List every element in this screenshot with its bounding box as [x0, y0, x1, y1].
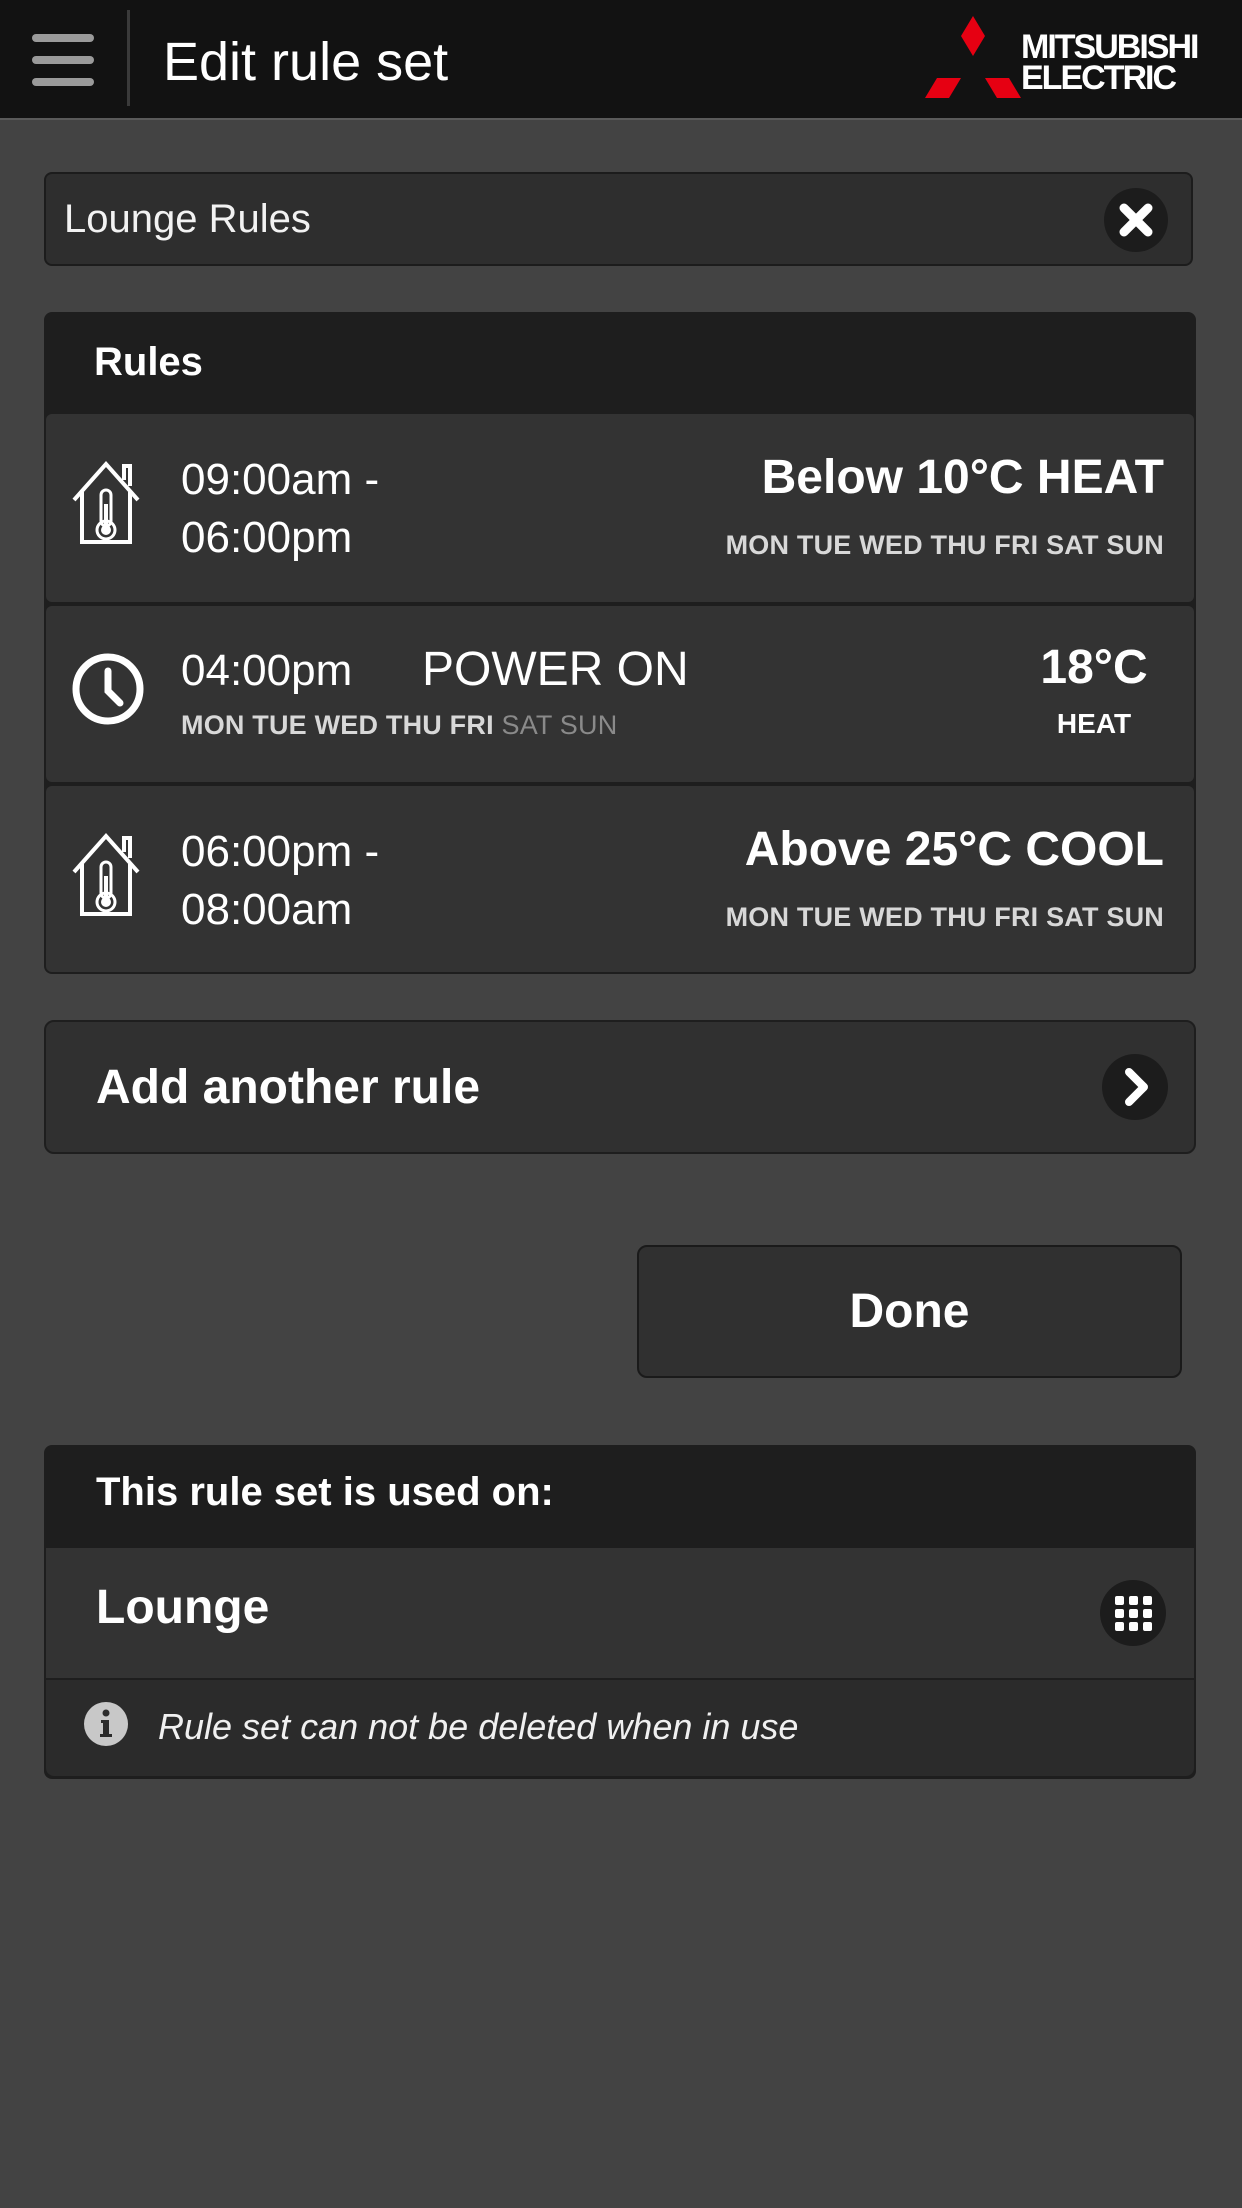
rule-days-active: MON TUE WED THU FRI SAT SUN — [725, 530, 1164, 560]
add-rule-label: Add another rule — [96, 1061, 481, 1114]
rule-days-active: MON TUE WED THU FRI SAT SUN — [725, 902, 1164, 932]
rule-set-name-field — [44, 172, 1193, 266]
page-title: Edit rule set — [163, 32, 449, 92]
keypad-grid-icon — [1115, 1596, 1152, 1631]
rule-days-active: MON TUE WED THU FRI — [181, 710, 494, 740]
rule-row[interactable]: 09:00am - 06:00pm Below 10°C HEAT MON TU… — [46, 414, 1194, 602]
clear-name-button[interactable] — [1104, 188, 1168, 252]
info-row: Rule set can not be deleted when in use — [46, 1680, 1194, 1776]
used-on-item[interactable]: Lounge — [46, 1548, 1194, 1678]
rule-mode: HEAT — [1056, 708, 1132, 739]
rule-time-end: 06:00pm — [181, 513, 353, 562]
logo-line2: ELECTRIC — [1021, 59, 1177, 97]
rule-condition: Below 10°C HEAT — [761, 451, 1164, 504]
house-thermometer-icon — [72, 832, 140, 916]
chevron-right-icon — [1125, 1068, 1148, 1106]
used-on-heading: This rule set is used on: — [96, 1470, 554, 1514]
done-button[interactable]: Done — [637, 1245, 1182, 1378]
keypad-button[interactable] — [1100, 1580, 1166, 1646]
rules-heading: Rules — [94, 340, 203, 384]
rule-set-name-input[interactable] — [64, 196, 1064, 242]
mitsubishi-electric-logo: MITSUBISHI ELECTRIC — [925, 14, 1225, 100]
hamburger-menu-icon[interactable] — [32, 34, 94, 86]
close-icon — [1119, 203, 1153, 237]
info-text: Rule set can not be deleted when in use — [158, 1706, 799, 1747]
rule-time-start: 06:00pm - — [181, 827, 380, 876]
rule-days-inactive: SAT SUN — [501, 710, 618, 740]
used-on-item-label: Lounge — [96, 1581, 270, 1634]
info-icon — [84, 1702, 128, 1746]
rule-condition: Above 25°C COOL — [744, 823, 1164, 876]
rule-time-start: 09:00am - — [181, 455, 380, 504]
rule-row[interactable]: 06:00pm - 08:00am Above 25°C COOL MON TU… — [46, 786, 1194, 972]
add-another-rule-button[interactable]: Add another rule — [44, 1020, 1196, 1154]
rule-row[interactable]: 04:00pm POWER ON MON TUE WED THU FRI SAT… — [46, 606, 1194, 782]
rule-temperature: 18°C — [1040, 641, 1148, 694]
rule-time-end: 08:00am — [181, 885, 353, 934]
house-thermometer-icon — [72, 460, 140, 544]
header-divider — [127, 10, 130, 106]
rule-action: POWER ON — [422, 643, 689, 696]
chevron-right-button — [1102, 1054, 1168, 1120]
rule-time: 04:00pm — [181, 646, 353, 695]
clock-icon — [72, 653, 144, 725]
